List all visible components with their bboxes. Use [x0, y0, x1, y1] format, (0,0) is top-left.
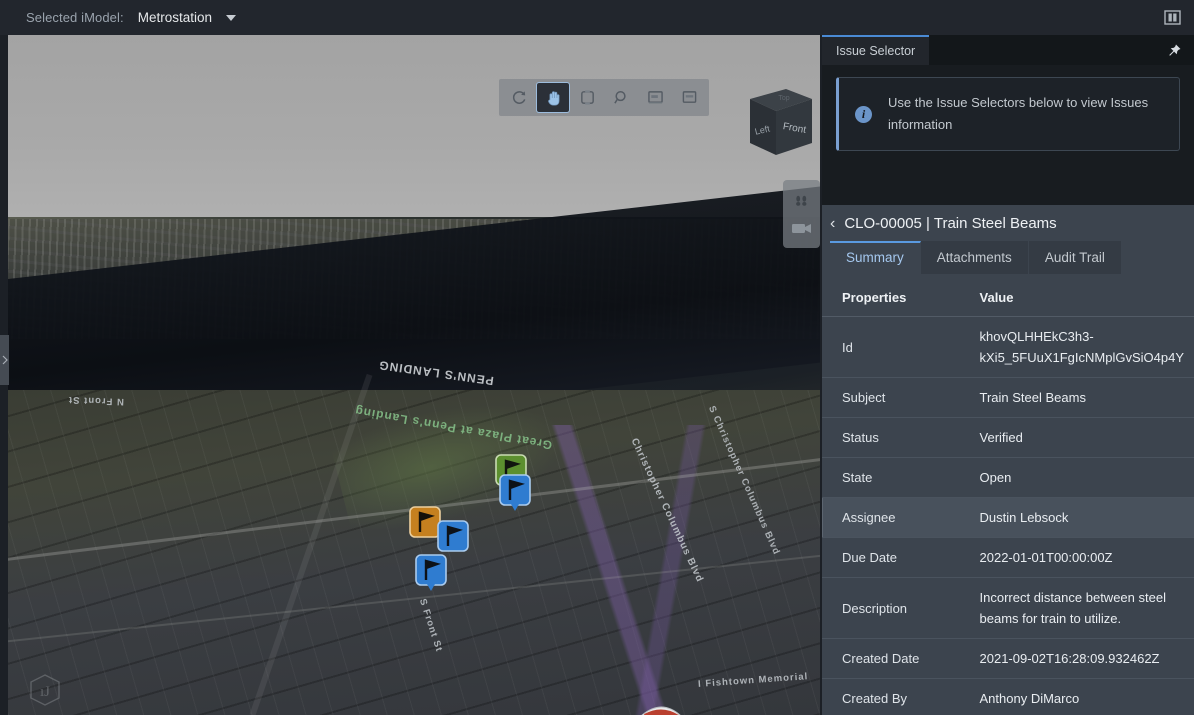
property-value: 2022-01-01T00:00:00Z	[968, 538, 1194, 578]
property-value: Dustin Lebsock	[968, 498, 1194, 538]
tab-audit-trail-label: Audit Trail	[1045, 250, 1105, 265]
property-name: Status	[822, 418, 968, 458]
property-value: 2021-09-02T16:28:09.932462Z	[968, 639, 1194, 679]
window-area-icon	[647, 90, 664, 105]
left-panel-collapse-handle[interactable]	[0, 335, 9, 385]
tab-issue-selector-label: Issue Selector	[836, 44, 915, 58]
property-value: Verified	[968, 418, 1194, 458]
property-value: Open	[968, 458, 1194, 498]
table-row[interactable]: AssigneeDustin Lebsock	[822, 498, 1194, 538]
tab-audit-trail[interactable]: Audit Trail	[1029, 241, 1122, 274]
chevron-down-icon	[226, 15, 236, 21]
info-icon: i	[855, 106, 872, 123]
fit-view-icon	[579, 89, 596, 106]
property-name: Subject	[822, 378, 968, 418]
tab-issue-selector[interactable]: Issue Selector	[822, 35, 929, 65]
issue-marker-blue-1[interactable]	[498, 473, 532, 513]
camera-icon	[791, 221, 813, 235]
table-header-row: Properties Value	[822, 274, 1194, 317]
info-banner: i Use the Issue Selectors below to view …	[836, 77, 1180, 151]
pin-panel-button[interactable]	[1162, 39, 1186, 61]
selected-imodel-label: Selected iModel:	[26, 10, 124, 25]
table-row[interactable]: IdkhovQLHHEkC3h3-kXi5_5FUuX1FgIcNMplGvSi…	[822, 317, 1194, 378]
sky-background	[8, 35, 820, 219]
table-row[interactable]: Created ByAnthony DiMarco	[822, 679, 1194, 715]
table-row[interactable]: StateOpen	[822, 458, 1194, 498]
tab-attachments-label: Attachments	[937, 250, 1012, 265]
header-value: Value	[968, 274, 1194, 317]
info-banner-text: Use the Issue Selectors below to view Is…	[888, 92, 1163, 136]
property-value: Anthony DiMarco	[968, 679, 1194, 715]
zoom-tool-button[interactable]	[605, 83, 637, 112]
issue-tabs: Summary Attachments Audit Trail	[822, 241, 1194, 274]
svg-text:ıJ: ıJ	[40, 684, 50, 700]
walk-camera-widget[interactable]	[783, 180, 820, 248]
pan-tool-button[interactable]	[537, 83, 569, 112]
bentley-logo: ıJ	[28, 673, 62, 707]
header-properties: Properties	[822, 274, 968, 317]
property-name: Assignee	[822, 498, 968, 538]
imodel-name: Metrostation	[138, 10, 212, 25]
issue-detail-header: ‹ CLO-00005 | Train Steel Beams	[822, 205, 1194, 241]
table-row[interactable]: StatusVerified	[822, 418, 1194, 458]
fit-view-tool-button[interactable]	[571, 83, 603, 112]
table-row[interactable]: DescriptionIncorrect distance between st…	[822, 578, 1194, 639]
view-navigation-cube[interactable]: Left Front Top	[738, 85, 816, 167]
section-tool-button[interactable]	[673, 83, 705, 112]
property-value: khovQLHHEkC3h3-kXi5_5FUuX1FgIcNMplGvSiO4…	[968, 317, 1194, 378]
3d-viewport[interactable]: PENN'S LANDING Great Plaza at Penn's Lan…	[8, 35, 820, 715]
panel-layout-button[interactable]	[1158, 4, 1186, 31]
pin-icon	[1167, 43, 1182, 58]
rotate-tool-button[interactable]	[503, 83, 535, 112]
section-icon	[681, 90, 698, 105]
issue-selector-panel: Issue Selector i Use the Issue Selectors…	[822, 35, 1194, 715]
tab-attachments[interactable]: Attachments	[921, 241, 1029, 274]
property-name: Description	[822, 578, 968, 639]
issue-marker-blue-3[interactable]	[414, 553, 448, 593]
property-name: Due Date	[822, 538, 968, 578]
issue-detail: ‹ CLO-00005 | Train Steel Beams Summary …	[822, 205, 1194, 715]
chevron-right-icon	[2, 355, 8, 365]
properties-table-body: IdkhovQLHHEkC3h3-kXi5_5FUuX1FgIcNMplGvSi…	[822, 317, 1194, 715]
hand-icon	[545, 89, 562, 107]
table-row[interactable]: Created Date2021-09-02T16:28:09.932462Z	[822, 639, 1194, 679]
table-row[interactable]: Due Date2022-01-01T00:00:00Z	[822, 538, 1194, 578]
properties-table: Properties Value IdkhovQLHHEkC3h3-kXi5_5…	[822, 274, 1194, 715]
tab-summary-label: Summary	[846, 250, 904, 265]
info-banner-wrapper: i Use the Issue Selectors below to view …	[822, 65, 1194, 165]
magnifier-icon	[613, 89, 630, 106]
top-bar: Selected iModel: Metrostation	[0, 0, 1194, 35]
chevron-left-icon[interactable]: ‹	[830, 216, 835, 232]
property-name: Id	[822, 317, 968, 378]
walk-icon	[793, 194, 810, 210]
property-value: Incorrect distance between steel beams f…	[968, 578, 1194, 639]
table-row[interactable]: SubjectTrain Steel Beams	[822, 378, 1194, 418]
tab-summary[interactable]: Summary	[830, 241, 921, 274]
property-name: Created By	[822, 679, 968, 715]
navcube-label-top: Top	[778, 95, 789, 102]
property-name: State	[822, 458, 968, 498]
view-navigation-toolbar	[499, 79, 709, 116]
panel-layout-icon	[1164, 10, 1181, 25]
property-value: Train Steel Beams	[968, 378, 1194, 418]
rotate-icon	[511, 89, 528, 106]
window-area-tool-button[interactable]	[639, 83, 671, 112]
route-shield: 95	[637, 699, 687, 715]
app-root: Selected iModel: Metrostation PENN'S LAN…	[0, 0, 1194, 715]
imodel-selector[interactable]: Metrostation	[138, 10, 236, 25]
panel-tabstrip: Issue Selector	[822, 35, 1194, 65]
property-name: Created Date	[822, 639, 968, 679]
page-title: CLO-00005 | Train Steel Beams	[844, 215, 1056, 232]
